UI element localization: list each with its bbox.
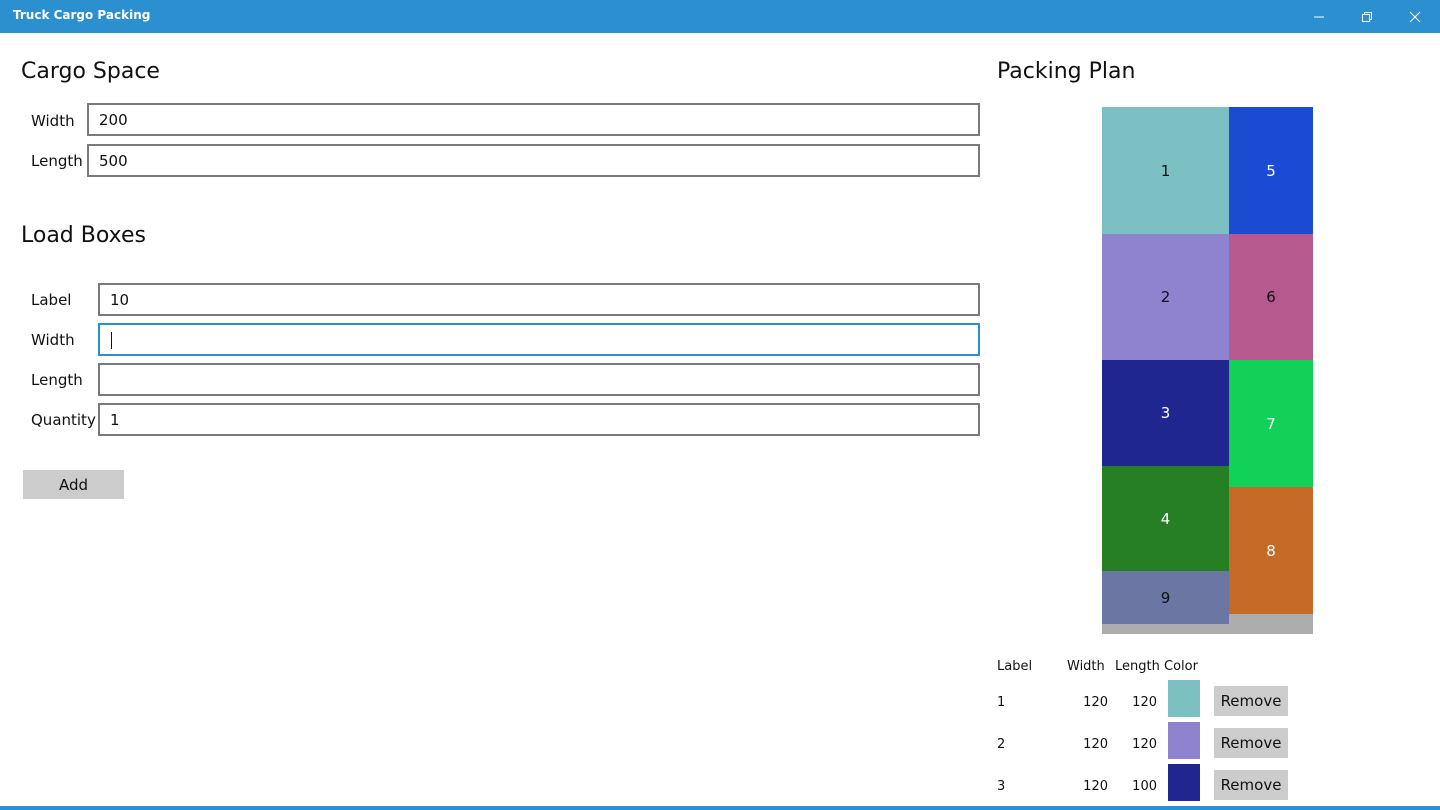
- minimize-icon: [1314, 16, 1324, 17]
- row-length: 100: [1132, 779, 1157, 794]
- row-width: 120: [1083, 779, 1108, 794]
- plan-box-label: 8: [1266, 541, 1276, 560]
- box-quantity-label: Quantity: [31, 411, 96, 429]
- plan-box: 3: [1102, 360, 1229, 466]
- plan-box: 8: [1229, 487, 1313, 614]
- box-width-input[interactable]: [98, 323, 980, 356]
- plan-box-label: 5: [1266, 161, 1276, 180]
- plan-box-label: 7: [1266, 414, 1276, 433]
- plan-box-label: 6: [1266, 288, 1276, 306]
- close-icon: [1409, 11, 1421, 22]
- row-label: 2: [997, 737, 1006, 752]
- cargo-width-input[interactable]: 200: [87, 103, 980, 136]
- cargo-width-label: Width: [31, 112, 75, 130]
- box-length-label: Length: [31, 371, 83, 389]
- box-length-input[interactable]: [98, 363, 980, 396]
- packing-plan-heading: Packing Plan: [997, 59, 1136, 84]
- plan-box-label: 9: [1160, 588, 1171, 607]
- row-label: 1: [997, 695, 1006, 710]
- box-width-label: Width: [31, 331, 75, 349]
- minimize-button[interactable]: [1295, 0, 1343, 33]
- box-label-label: Label: [31, 291, 72, 309]
- plan-box-label: 3: [1160, 404, 1171, 422]
- packing-plan-canvas: 1 2 3 4 9 5 6 7 8: [1102, 107, 1313, 634]
- plan-box: 5: [1229, 107, 1313, 234]
- row-color-swatch: [1168, 722, 1200, 759]
- row-label: 3: [997, 779, 1006, 794]
- restore-icon: [1362, 11, 1372, 22]
- restore-button[interactable]: [1343, 0, 1391, 33]
- plan-box-label: 2: [1160, 288, 1171, 306]
- cargo-length-label: Length: [31, 152, 83, 170]
- plan-box: 1: [1102, 107, 1229, 234]
- box-quantity-input[interactable]: 1: [98, 403, 980, 436]
- cargo-length-input[interactable]: 500: [87, 144, 980, 177]
- title-bar: Truck Cargo Packing: [0, 0, 1440, 33]
- box-label-input[interactable]: 10: [98, 283, 980, 316]
- plan-box: 7: [1229, 360, 1313, 487]
- row-width: 120: [1083, 737, 1108, 752]
- window-title: Truck Cargo Packing: [13, 8, 151, 22]
- remove-button[interactable]: Remove: [1214, 728, 1288, 758]
- plan-box-label: 4: [1160, 509, 1171, 528]
- row-width: 120: [1083, 695, 1108, 710]
- row-length: 120: [1132, 737, 1157, 752]
- row-color-swatch: [1168, 680, 1200, 717]
- table-header-label: Label: [997, 659, 1033, 674]
- remove-button[interactable]: Remove: [1214, 686, 1288, 716]
- remove-button[interactable]: Remove: [1214, 770, 1288, 800]
- window-bottom-border: [0, 806, 1440, 810]
- close-button[interactable]: [1391, 0, 1439, 33]
- plan-box: 6: [1229, 234, 1313, 360]
- plan-box: 9: [1102, 571, 1229, 624]
- cargo-space-heading: Cargo Space: [21, 59, 160, 84]
- table-header-length: Length: [1115, 659, 1160, 674]
- load-boxes-heading: Load Boxes: [21, 223, 146, 248]
- plan-box: 2: [1102, 234, 1229, 360]
- row-length: 120: [1132, 695, 1157, 710]
- plan-box-label: 1: [1160, 161, 1171, 180]
- plan-box: 4: [1102, 466, 1229, 571]
- row-color-swatch: [1168, 764, 1200, 801]
- text-caret: [111, 332, 112, 349]
- add-button[interactable]: Add: [23, 470, 124, 499]
- table-header-width: Width: [1067, 659, 1105, 674]
- table-header-color: Color: [1164, 659, 1198, 674]
